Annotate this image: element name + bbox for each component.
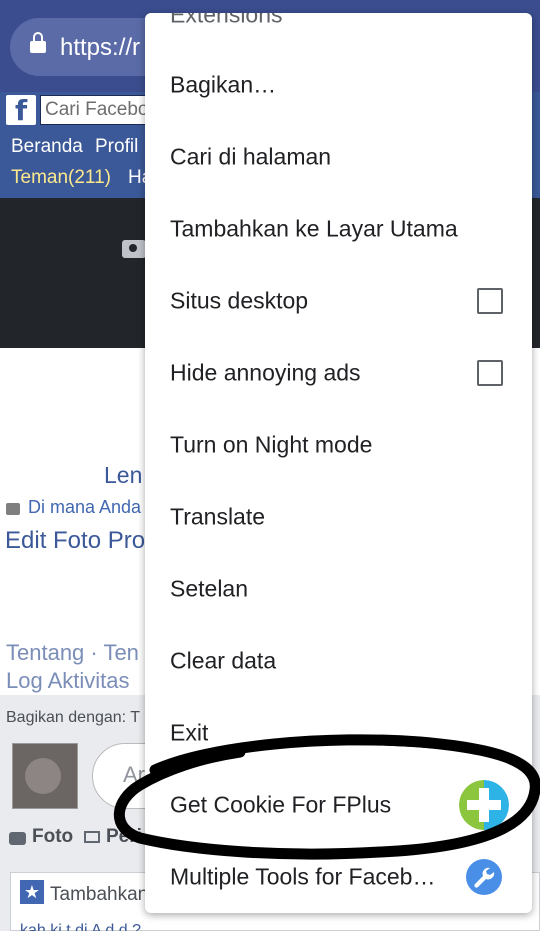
menu-item-multiple-tools[interactable]: Multiple Tools for Faceb… <box>145 841 532 913</box>
menu-item-find-in-page[interactable]: Cari di halaman <box>145 121 532 193</box>
menu-label: Hide annoying ads <box>170 359 361 386</box>
edit-photo-link[interactable]: Edit Foto Pro <box>5 527 145 555</box>
menu-item-night-mode[interactable]: Turn on Night mode <box>145 409 532 481</box>
menu-label: Extensions <box>170 13 283 28</box>
star-icon: ★ <box>20 880 44 904</box>
add-link[interactable]: Tambahkan <box>50 884 148 906</box>
menu-label: Cari di halaman <box>170 143 332 170</box>
share-with-label: Bagikan dengan: T <box>6 709 141 726</box>
menu-label: Get Cookie For FPlus <box>170 791 392 818</box>
url-text[interactable]: https://r <box>60 34 140 62</box>
facebook-logo-letter: f <box>15 94 28 127</box>
menu-label: Turn on Night mode <box>170 431 373 458</box>
menu-item-add-to-home[interactable]: Tambahkan ke Layar Utama <box>145 193 532 265</box>
menu-item-get-cookie-fplus[interactable]: Get Cookie For FPlus <box>145 769 532 841</box>
profile-name[interactable]: Len <box>104 462 142 489</box>
briefcase-icon <box>6 503 20 515</box>
photo-button[interactable]: Foto <box>32 826 73 848</box>
menu-item-extensions[interactable]: Extensions <box>145 13 532 33</box>
menu-item-desktop-site[interactable]: Situs desktop <box>145 265 532 337</box>
nav-beranda[interactable]: Beranda <box>11 136 83 158</box>
menu-item-translate[interactable]: Translate <box>145 481 532 553</box>
menu-label: Exit <box>170 719 209 746</box>
avatar[interactable] <box>12 743 78 809</box>
hide-ads-checkbox[interactable] <box>477 360 503 386</box>
activity-log-link[interactable]: Log Aktivitas <box>6 668 130 694</box>
book-icon <box>84 831 100 843</box>
menu-label: Clear data <box>170 647 277 674</box>
nav-profil[interactable]: Profil <box>95 136 138 158</box>
menu-item-settings[interactable]: Setelan <box>145 553 532 625</box>
lock-icon <box>30 32 46 54</box>
menu-item-clear-data[interactable]: Clear data <box>145 625 532 697</box>
menu-label: Multiple Tools for Faceb… <box>170 863 436 890</box>
desktop-site-checkbox[interactable] <box>477 288 503 314</box>
about-links[interactable]: Tentang · Ten <box>6 640 139 666</box>
menu-item-share[interactable]: Bagikan… <box>145 49 532 121</box>
menu-label: Setelan <box>170 575 249 602</box>
wrench-icon <box>466 859 502 895</box>
menu-item-exit[interactable]: Exit <box>145 697 532 769</box>
camera-icon[interactable] <box>122 240 146 258</box>
facebook-logo-icon[interactable]: f <box>6 94 36 127</box>
location-link[interactable]: Di mana Anda <box>28 497 141 518</box>
camera-small-icon <box>9 832 26 845</box>
peri-button[interactable]: Peri <box>106 826 142 848</box>
menu-label: Situs desktop <box>170 287 309 314</box>
menu-label: Bagikan… <box>170 71 277 98</box>
composer-placeholder: Ar <box>123 762 145 787</box>
overflow-menu: Extensions Bagikan… Cari di halaman Tamb… <box>145 13 532 913</box>
menu-label: Tambahkan ke Layar Utama <box>170 215 458 242</box>
fplus-plus-icon <box>459 780 509 830</box>
bottom-partial-text: kah ki t di A d d ? <box>20 922 141 931</box>
menu-item-hide-ads[interactable]: Hide annoying ads <box>145 337 532 409</box>
menu-label: Translate <box>170 503 266 530</box>
nav-teman[interactable]: Teman(211) <box>11 167 111 189</box>
